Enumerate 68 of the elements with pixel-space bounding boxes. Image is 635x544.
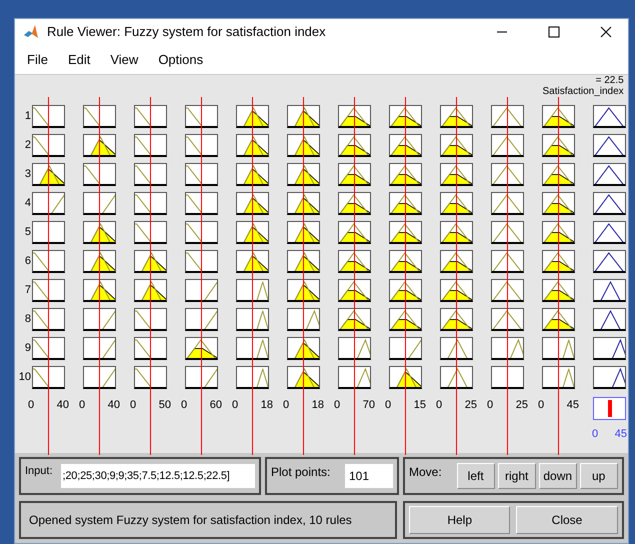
output-label: Satisfaction_index — [542, 87, 624, 97]
input-value-line[interactable] — [201, 97, 202, 454]
window-title: Rule Viewer: Fuzzy system for satisfaction index — [47, 23, 327, 42]
input-label: Input: — [25, 464, 53, 479]
axis-max: 18 — [312, 398, 324, 413]
move-button[interactable]: right — [498, 463, 536, 489]
axis-max: 60 — [210, 398, 222, 413]
rule-number: 8 — [24, 312, 31, 328]
input-value-line[interactable] — [405, 97, 406, 454]
input-value-line[interactable] — [303, 97, 304, 454]
axis-min: 0 — [436, 398, 442, 413]
rule-number: 7 — [24, 283, 31, 298]
rule-number: 3 — [24, 167, 31, 182]
rule-number: 2 — [24, 138, 31, 154]
rule-number: 9 — [24, 341, 31, 356]
axis-min: 0 — [181, 398, 188, 413]
menu-item[interactable]: File — [19, 50, 56, 70]
input-value-line[interactable] — [558, 97, 559, 454]
axis-max: 70 — [362, 398, 375, 413]
axis-min: 0 — [487, 398, 494, 413]
axis-max: 25 — [464, 398, 477, 413]
input-value-line[interactable] — [252, 97, 253, 454]
axis-min: 0 — [232, 398, 238, 413]
dialog-button[interactable]: Help — [409, 506, 510, 534]
move-button[interactable]: up — [580, 463, 618, 489]
axis-min: 0 — [385, 398, 392, 413]
input-value-line[interactable] — [354, 97, 355, 454]
menu-item[interactable]: Edit — [60, 50, 98, 70]
move-button[interactable]: left — [456, 463, 495, 489]
plot-points-label: Plot points: — [271, 464, 330, 481]
input-field[interactable]: ;20;25;30;9;9;35;7.5;12.5;12.5;22.5] — [60, 464, 255, 488]
input-value-line[interactable] — [99, 97, 100, 454]
axis-max: 45 — [614, 427, 627, 442]
axis-min: 0 — [592, 427, 598, 442]
rule-number: 1 — [24, 109, 31, 124]
menu-item[interactable]: View — [102, 50, 146, 70]
rule-number: 4 — [24, 196, 31, 212]
rule-number: 10 — [18, 370, 31, 386]
rule-number: 6 — [24, 254, 31, 270]
input-value-line[interactable] — [507, 97, 508, 454]
app-logo-icon — [23, 24, 39, 40]
status-text: Opened system Fuzzy system for satisfaction index, 10 rules — [29, 512, 352, 529]
output-value-bar — [608, 400, 612, 417]
axis-min: 0 — [283, 398, 290, 413]
rule-number: 5 — [24, 225, 31, 240]
axis-max: 45 — [566, 398, 579, 413]
maximize-icon[interactable] — [548, 26, 560, 38]
input-value-line[interactable] — [456, 97, 457, 454]
axis-max: 40 — [108, 398, 120, 413]
input-value-line[interactable] — [48, 97, 49, 454]
axis-min: 0 — [79, 398, 86, 413]
axis-min: 0 — [538, 398, 544, 413]
axis-max: 40 — [56, 398, 69, 413]
input-value-line[interactable] — [150, 97, 151, 454]
axis-max: 25 — [516, 398, 528, 413]
axis-max: 18 — [260, 398, 273, 413]
axis-max: 15 — [414, 398, 426, 413]
move-label: Move: — [409, 464, 442, 481]
axis-min: 0 — [28, 398, 34, 413]
axis-min: 0 — [130, 398, 136, 413]
dialog-button[interactable]: Close — [516, 506, 618, 534]
output-value: = 22.5 — [596, 76, 624, 86]
move-button[interactable]: down — [538, 463, 577, 489]
axis-max: 50 — [158, 398, 171, 413]
axis-min: 0 — [334, 398, 340, 413]
close-icon[interactable] — [600, 26, 612, 38]
menu-item[interactable]: Options — [150, 50, 212, 70]
plot-points-field[interactable]: 101 — [345, 464, 393, 488]
